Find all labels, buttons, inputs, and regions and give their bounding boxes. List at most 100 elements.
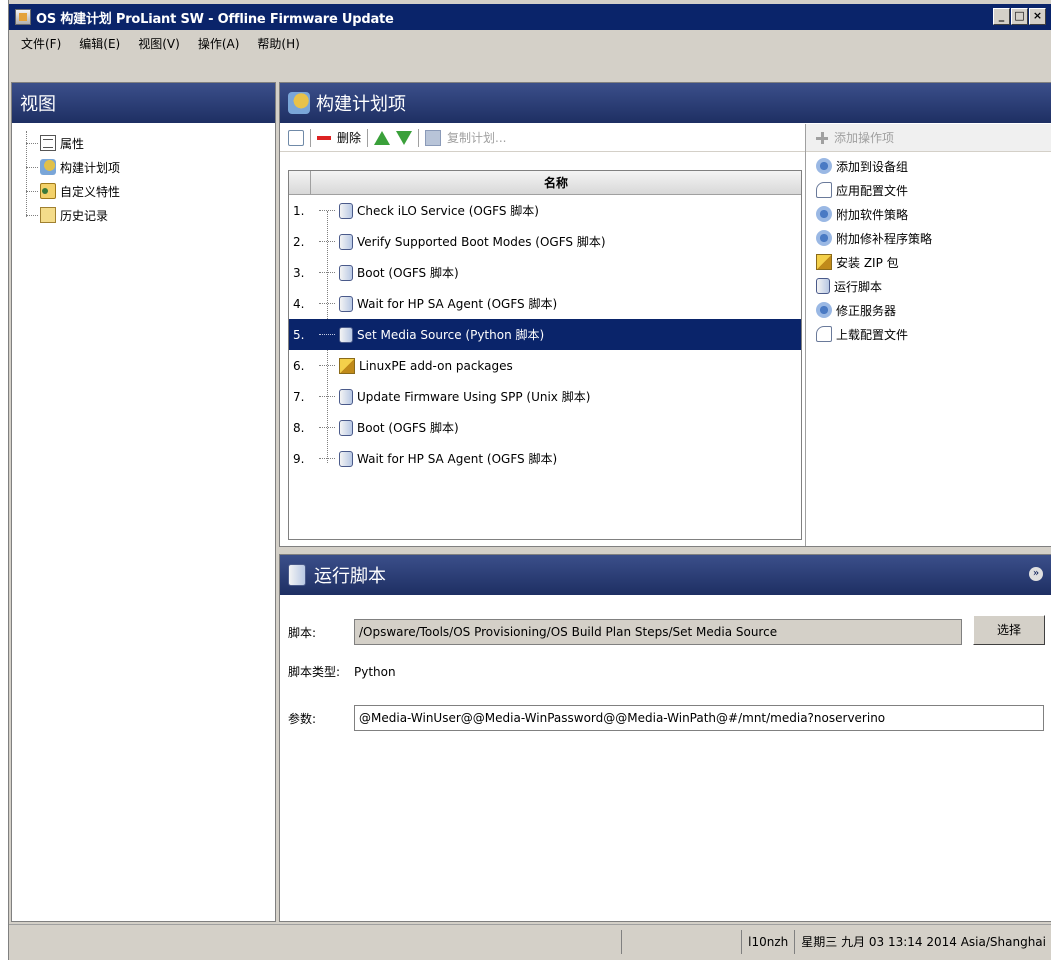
- menu-edit[interactable]: 编辑(E): [77, 33, 122, 54]
- table-row[interactable]: 1. Check iLO Service (OGFS 脚本): [289, 195, 801, 226]
- action-item[interactable]: 安装 ZIP 包: [806, 250, 1051, 274]
- table-row[interactable]: 5. Set Media Source (Python 脚本): [289, 319, 801, 350]
- tree-connector: [319, 365, 335, 366]
- status-user: l10nzh: [741, 929, 794, 954]
- table-header: 名称: [289, 171, 801, 195]
- view-item-history[interactable]: 历史记录: [26, 203, 275, 227]
- toolbar-separator: [367, 128, 369, 147]
- menu-action[interactable]: 操作(A): [196, 33, 242, 54]
- move-down-icon[interactable]: [396, 130, 413, 145]
- new-step-icon[interactable]: [288, 129, 304, 146]
- table-row[interactable]: 3. Boot (OGFS 脚本): [289, 257, 801, 288]
- action-label: 修正服务器: [836, 303, 897, 318]
- build-plan-icon: [40, 159, 56, 175]
- script-icon: [339, 202, 353, 219]
- table-row[interactable]: 2. Verify Supported Boot Modes (OGFS 脚本): [289, 226, 801, 257]
- status-datetime: 星期三 九月 03 13:14 2014 Asia/Shanghai: [794, 929, 1051, 954]
- params-label: 参数:: [288, 711, 317, 726]
- status-bar: l10nzh 星期三 九月 03 13:14 2014 Asia/Shangha…: [9, 924, 1051, 958]
- view-panel: 视图 属性 构建计划项 自定义特性 历史记录: [11, 82, 276, 922]
- tree-connector: [319, 427, 335, 428]
- maximize-button[interactable]: □: [1011, 8, 1028, 25]
- action-label: 添加到设备组: [836, 159, 909, 174]
- view-item-build-plan-steps[interactable]: 构建计划项: [26, 155, 275, 179]
- menu-view[interactable]: 视图(V): [136, 33, 182, 54]
- action-item[interactable]: 上载配置文件: [806, 322, 1051, 346]
- script-type-label: 脚本类型:: [288, 665, 341, 679]
- tree-connector: [319, 303, 335, 304]
- tree-connector: [319, 458, 335, 459]
- table-row[interactable]: 6. LinuxPE add-on packages: [289, 350, 801, 381]
- plus-icon: [816, 131, 828, 144]
- step-label: Verify Supported Boot Modes (OGFS 脚本): [357, 235, 606, 249]
- action-label: 附加修补程序策略: [836, 231, 933, 246]
- view-item-properties[interactable]: 属性: [26, 131, 275, 155]
- tree-connector: [319, 241, 335, 242]
- step-number: 7.: [293, 389, 305, 404]
- minimize-button[interactable]: _: [993, 8, 1010, 25]
- history-icon: [40, 207, 56, 223]
- add-action-header[interactable]: 添加操作项: [806, 124, 1051, 152]
- menu-file[interactable]: 文件(F): [19, 33, 63, 54]
- action-item[interactable]: 添加到设备组: [806, 154, 1051, 178]
- actions-pane: 添加操作项 添加到设备组 应用配置文件附加软件策略附加修补程序策略 安装 ZIP 包…: [805, 124, 1051, 546]
- collapse-icon[interactable]: »: [1029, 567, 1043, 581]
- action-item[interactable]: 附加修补程序策略: [806, 226, 1051, 250]
- action-item[interactable]: 修正服务器: [806, 298, 1051, 322]
- table-row[interactable]: 4. Wait for HP SA Agent (OGFS 脚本): [289, 288, 801, 319]
- action-item[interactable]: 运行脚本: [806, 274, 1051, 298]
- step-number: 4.: [293, 296, 305, 311]
- close-button[interactable]: ×: [1029, 8, 1046, 25]
- view-item-label: 构建计划项: [60, 160, 121, 175]
- build-plan-panel: 构建计划项 删除 复制计划... 名称 1. Check iLO Service …: [279, 82, 1051, 547]
- step-label: Boot (OGFS 脚本): [357, 421, 459, 435]
- step-number: 8.: [293, 420, 305, 435]
- tree-connector: [319, 396, 335, 397]
- step-number: 2.: [293, 234, 305, 249]
- document-icon: [40, 135, 56, 151]
- title-bar[interactable]: OS 构建计划 ProLiant SW - Offline Firmware U…: [9, 4, 1051, 30]
- script-icon: [339, 326, 353, 343]
- view-item-custom-attributes[interactable]: 自定义特性: [26, 179, 275, 203]
- menu-help[interactable]: 帮助(H): [255, 33, 301, 54]
- build-plan-header: 构建计划项: [280, 83, 1051, 123]
- action-item[interactable]: 应用配置文件: [806, 178, 1051, 202]
- view-item-label: 属性: [60, 136, 85, 151]
- view-item-label: 自定义特性: [60, 184, 121, 199]
- view-item-label: 历史记录: [60, 208, 109, 223]
- script-icon: [339, 419, 353, 436]
- upload-config-icon: [816, 326, 832, 342]
- move-up-icon[interactable]: [374, 130, 391, 145]
- delete-icon[interactable]: [317, 136, 331, 140]
- step-label: Wait for HP SA Agent (OGFS 脚本): [357, 297, 558, 311]
- window-controls: _ □ ×: [993, 8, 1046, 25]
- copy-plan-button[interactable]: 复制计划...: [447, 129, 506, 146]
- table-row[interactable]: 8. Boot (OGFS 脚本): [289, 412, 801, 443]
- patch-policy-icon: [816, 230, 832, 246]
- column-header-name[interactable]: 名称: [311, 171, 801, 194]
- script-type-row: 脚本类型: Python: [288, 663, 396, 680]
- params-input[interactable]: [354, 705, 1044, 731]
- script-icon: [339, 388, 353, 405]
- script-icon: [288, 564, 306, 586]
- run-script-panel: 运行脚本 » 脚本: /Opsware/Tools/OS Provisionin…: [279, 554, 1051, 922]
- step-label: Wait for HP SA Agent (OGFS 脚本): [357, 452, 558, 466]
- step-label: Boot (OGFS 脚本): [357, 266, 459, 280]
- software-policy-icon: [816, 206, 832, 222]
- remediate-server-icon: [816, 302, 832, 318]
- table-row[interactable]: 9. Wait for HP SA Agent (OGFS 脚本): [289, 443, 801, 474]
- step-number: 9.: [293, 451, 305, 466]
- row-gutter-header: [289, 171, 311, 194]
- action-label: 应用配置文件: [836, 183, 909, 198]
- steps-list: 1. Check iLO Service (OGFS 脚本) 2. Verify Su…: [289, 195, 801, 474]
- delete-button[interactable]: 删除: [337, 129, 361, 146]
- step-label: Set Media Source (Python 脚本): [357, 328, 545, 342]
- action-item[interactable]: 附加软件策略: [806, 202, 1051, 226]
- select-script-button[interactable]: 选择: [973, 615, 1045, 645]
- tree-connector: [319, 210, 335, 211]
- step-number: 1.: [293, 203, 305, 218]
- table-row[interactable]: 7. Update Firmware Using SPP (Unix 脚本): [289, 381, 801, 412]
- package-icon: [339, 357, 355, 374]
- step-label: Update Firmware Using SPP (Unix 脚本): [357, 390, 591, 404]
- action-label: 安装 ZIP 包: [836, 255, 899, 270]
